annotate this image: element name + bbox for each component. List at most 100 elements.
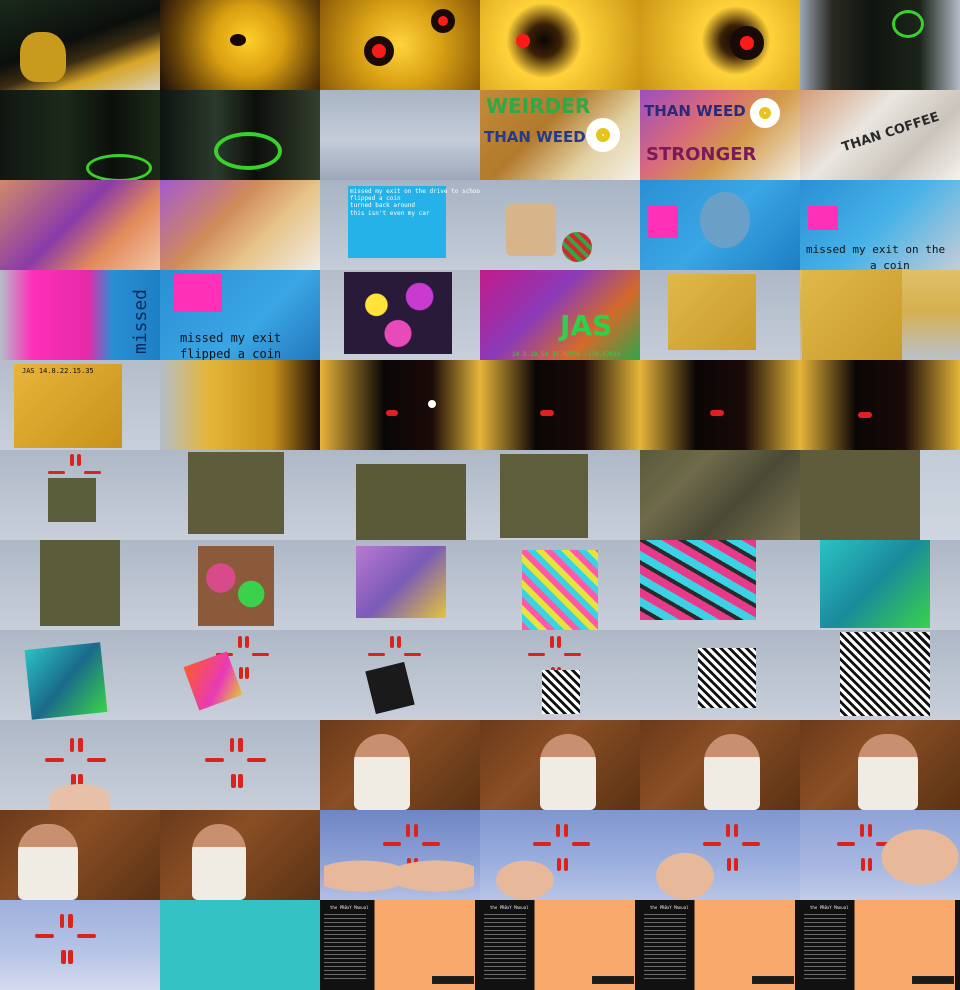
manual-title: the PR0xY Manual (810, 905, 849, 910)
frame-r2c1 (0, 90, 160, 180)
pink-note (648, 206, 678, 238)
red-crosshair-mark (238, 774, 243, 789)
frame-r10c4 (480, 810, 640, 900)
frame-r10c3 (320, 810, 480, 900)
red-crosshair-mark (397, 636, 401, 648)
manual-footer (912, 976, 954, 984)
ant-drawing (14, 364, 122, 448)
frame-text-r4c4-coords: 14.8.18.54 35.07956 -120.52638 (512, 351, 621, 358)
frame-r8c5 (640, 630, 800, 720)
frame-r5c5 (640, 360, 800, 450)
green-ring (86, 154, 152, 180)
manual-body-text (644, 914, 686, 980)
frame-r3c2 (160, 180, 320, 270)
frame-r3c6: missed my exit on the a coin (800, 180, 960, 270)
sponge-figure (20, 32, 66, 82)
red-crosshair-mark (404, 652, 422, 657)
frame-r1c2 (160, 0, 320, 90)
frame-r9c1 (0, 720, 160, 810)
red-crosshair-mark (48, 470, 66, 475)
red-crosshair-mark (368, 652, 386, 657)
frame-text-r3c6-missed: missed my exit on the (806, 243, 946, 256)
frame-r1c3 (320, 0, 480, 90)
frame-r6c2 (160, 450, 320, 540)
frame-r7c4 (480, 540, 640, 630)
white-dot (428, 400, 436, 408)
manual-footer (592, 976, 634, 984)
red-eyes (858, 412, 872, 418)
red-crosshair-mark (564, 652, 582, 657)
frame-r2c4: WEIRDER THAN WEED (480, 90, 640, 180)
red-crosshair-mark (413, 824, 418, 837)
speaker (18, 824, 78, 900)
manual-body-text (324, 914, 366, 980)
red-crosshair-mark (204, 757, 225, 762)
frame-r11c4: the PR0xY Manual (480, 900, 640, 990)
frame-r10c1 (0, 810, 160, 900)
red-crosshair-mark (246, 757, 267, 762)
red-crosshair-mark (528, 652, 546, 657)
collage-card (640, 540, 756, 620)
red-crosshair-mark (86, 757, 107, 762)
frame-r3c3: missed my exit on the drive to school fl… (320, 180, 480, 270)
frame-r5c4 (480, 360, 640, 450)
red-crosshair-mark (239, 667, 243, 680)
frame-r6c6 (800, 450, 960, 540)
pink-note (174, 274, 222, 312)
hands (640, 840, 730, 900)
frame-text-r2c5-than-weed: THAN WEED (644, 102, 746, 120)
dirt-card (356, 464, 466, 540)
dirt-card (48, 478, 96, 522)
green-ring (892, 10, 924, 38)
frame-r4c3 (320, 270, 480, 360)
collage-card (24, 642, 108, 720)
red-crosshair-mark (60, 914, 65, 928)
frame-r11c2 (160, 900, 320, 990)
frame-r3c1 (0, 180, 160, 270)
contact-sheet-grid: WEIRDER THAN WEED THAN WEED STRONGER THAN CO… (0, 0, 960, 990)
dirt-card (188, 452, 284, 534)
collage-card (198, 546, 274, 626)
red-crosshair-mark (733, 857, 738, 871)
red-eye (516, 34, 530, 48)
frame-r6c3 (320, 450, 480, 540)
frame-r10c6 (800, 810, 960, 900)
bw-card (840, 632, 930, 716)
red-crosshair-mark (390, 636, 394, 648)
red-crosshair-mark (78, 738, 83, 752)
red-crosshair-mark (77, 454, 81, 466)
red-crosshair-mark (70, 454, 74, 466)
manual-title: the PR0xY Manual (330, 905, 369, 910)
frame-text-r2c6-than-coffee: THAN COFFEE (840, 109, 942, 156)
frame-r4c4: JAS 14.8.18.54 35.07956 -120.52638 (480, 270, 640, 360)
speaker (858, 734, 918, 810)
frame-text-r2c5-stronger: STRONGER (646, 144, 757, 165)
frame-r11c6: the PR0xY Manual (800, 900, 960, 990)
red-crosshair-mark (733, 824, 738, 837)
dirt-card (500, 454, 588, 538)
frame-r1c5 (640, 0, 800, 90)
speaker (540, 734, 596, 810)
red-crosshair-mark (550, 636, 554, 648)
frame-r6c5 (640, 450, 800, 540)
frame-r2c5: THAN WEED STRONGER (640, 90, 800, 180)
frame-r6c1 (0, 450, 160, 540)
frame-r9c3 (320, 720, 480, 810)
frame-r9c2 (160, 720, 320, 810)
hands (860, 814, 960, 900)
frame-r5c2 (160, 360, 320, 450)
frame-r7c2 (160, 540, 320, 630)
red-crosshair-mark (84, 470, 102, 475)
frame-r9c4 (480, 720, 640, 810)
red-crosshair-mark (406, 824, 410, 837)
ant-drawing (802, 270, 902, 360)
red-crosshair-mark (741, 842, 760, 847)
collage-card (820, 540, 930, 628)
frame-r7c5 (640, 540, 800, 630)
frame-r5c6 (800, 360, 960, 450)
frame-r1c1 (0, 0, 160, 90)
dirt-card (40, 540, 120, 626)
fingertips (50, 784, 110, 810)
manual-footer (432, 976, 474, 984)
frame-r6c4 (480, 450, 640, 540)
